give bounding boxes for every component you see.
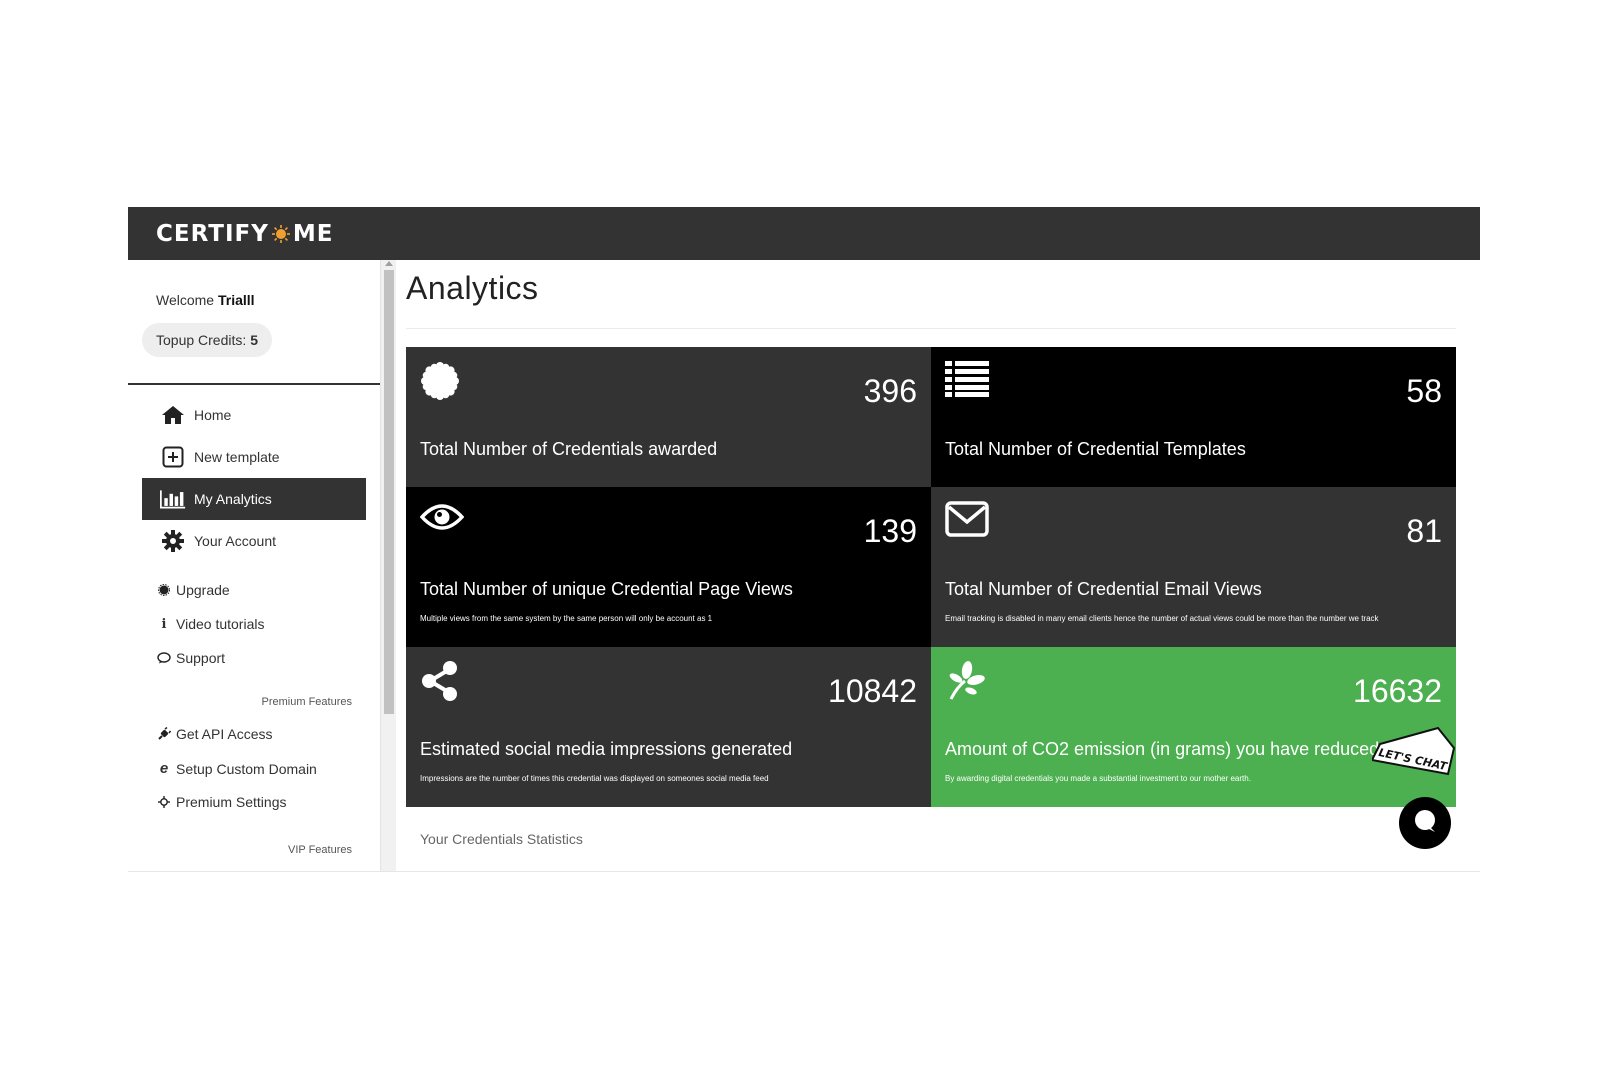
sidebar-item-label: Your Account	[194, 533, 276, 549]
sidebar-item-video-tutorials[interactable]: i Video tutorials	[156, 616, 265, 632]
crosshair-icon	[156, 796, 172, 808]
sidebar-item-label: New template	[194, 449, 280, 465]
stat-card-email-views: 81 Total Number of Credential Email View…	[931, 487, 1456, 647]
lets-chat-tag[interactable]: LET'S CHAT	[1372, 726, 1456, 778]
credits-value: 5	[250, 332, 259, 348]
logo-text-right: ME	[292, 220, 334, 247]
chat-bubble-icon	[1412, 808, 1438, 839]
list-icon	[945, 361, 989, 405]
envelope-icon	[945, 501, 989, 545]
stat-note: Email tracking is disabled in many email…	[945, 614, 1379, 623]
sidebar-item-label: Video tutorials	[176, 616, 265, 632]
home-icon	[160, 403, 186, 427]
sun-icon	[271, 224, 291, 244]
chat-button[interactable]	[1399, 797, 1451, 849]
bar-chart-icon	[160, 487, 186, 511]
stat-value: 16632	[1353, 673, 1442, 709]
sidebar-item-new-template[interactable]: New template	[142, 436, 366, 478]
share-icon	[420, 661, 464, 705]
info-icon: i	[161, 616, 167, 632]
stat-card-credential-templates: 58 Total Number of Credential Templates	[931, 347, 1456, 487]
stat-note: Multiple views from the same system by t…	[420, 614, 713, 623]
eye-icon	[419, 501, 465, 545]
sidebar-item-label: Upgrade	[176, 582, 230, 598]
sidebar-scrollbar[interactable]	[380, 260, 396, 871]
badge-icon	[156, 584, 172, 596]
sidebar-item-label: Support	[176, 650, 226, 666]
scrollbar-thumb[interactable]	[384, 270, 394, 714]
credentials-statistics-heading: Your Credentials Statistics	[420, 831, 583, 847]
leaf-icon	[945, 661, 989, 705]
stat-note: Impressions are the number of times this…	[420, 774, 769, 783]
comment-icon	[156, 652, 172, 664]
welcome-prefix: Welcome	[156, 292, 215, 308]
stat-label: Total Number of Credentials awarded	[420, 439, 718, 459]
welcome-text: Welcome Trialll	[156, 292, 255, 308]
stat-label: Amount of CO2 emission (in grams) you ha…	[945, 739, 1380, 759]
title-divider	[406, 328, 1456, 329]
vip-features-label: VIP Features	[288, 844, 352, 856]
sidebar-item-upgrade[interactable]: Upgrade	[156, 582, 230, 598]
stat-value: 10842	[828, 673, 917, 709]
credits-label: Topup Credits:	[156, 332, 247, 348]
sidebar-item-label: Get API Access	[176, 726, 273, 742]
sidebar: Welcome Trialll Topup Credits: 5 Home Ne…	[128, 260, 380, 871]
stat-value: 81	[1406, 513, 1442, 549]
stat-label: Total Number of Credential Templates	[945, 439, 1246, 459]
stat-note: By awarding digital credentials you made…	[945, 774, 1251, 783]
sidebar-item-label: Home	[194, 407, 232, 423]
logo-text-left: CERTIFY	[156, 220, 269, 247]
app-window: CERTIFY ME Welcome Trialll Topup Credits…	[128, 207, 1480, 872]
gear-icon	[160, 529, 186, 553]
sidebar-item-support[interactable]: Support	[156, 650, 225, 666]
top-bar: CERTIFY ME	[128, 207, 1480, 260]
stat-label: Estimated social media impressions gener…	[420, 739, 793, 759]
stat-label: Total Number of Credential Email Views	[945, 579, 1262, 599]
sidebar-item-label: Setup Custom Domain	[176, 760, 317, 777]
logo[interactable]: CERTIFY ME	[156, 221, 334, 247]
stat-value: 139	[863, 513, 917, 549]
stats-grid: 396 Total Number of Credentials awarded …	[406, 347, 1456, 817]
user-name: Trialll	[217, 292, 255, 308]
scroll-up-arrow-icon[interactable]	[385, 261, 393, 266]
sidebar-item-get-api-access[interactable]: Get API Access	[156, 726, 273, 742]
plus-square-icon	[160, 445, 186, 469]
sidebar-item-label: My Analytics	[194, 491, 272, 507]
page-title: Analytics	[406, 270, 539, 306]
stat-card-credentials-awarded: 396 Total Number of Credentials awarded	[406, 347, 931, 487]
sidebar-item-label: Premium Settings	[176, 794, 287, 810]
stat-value: 396	[863, 373, 917, 409]
sidebar-item-your-account[interactable]: Your Account	[142, 520, 366, 562]
plug-icon	[156, 727, 172, 741]
sidebar-item-my-analytics[interactable]: My Analytics	[142, 478, 366, 520]
certificate-icon	[420, 361, 464, 405]
main-content: Analytics 396 Total Number of Credential…	[396, 260, 1480, 871]
stat-value: 58	[1406, 373, 1442, 409]
sidebar-item-home[interactable]: Home	[142, 394, 366, 436]
sidebar-item-setup-custom-domain[interactable]: e Setup Custom Domain	[156, 760, 317, 777]
internet-explorer-icon: e	[159, 760, 169, 777]
stat-card-page-views: 139 Total Number of unique Credential Pa…	[406, 487, 931, 647]
sidebar-divider	[128, 383, 380, 385]
credits-badge: Topup Credits: 5	[142, 323, 273, 357]
sidebar-item-premium-settings[interactable]: Premium Settings	[156, 794, 286, 810]
premium-features-label: Premium Features	[261, 696, 352, 708]
stat-card-social-impressions: 10842 Estimated social media impressions…	[406, 647, 931, 807]
stat-label: Total Number of unique Credential Page V…	[420, 579, 793, 599]
